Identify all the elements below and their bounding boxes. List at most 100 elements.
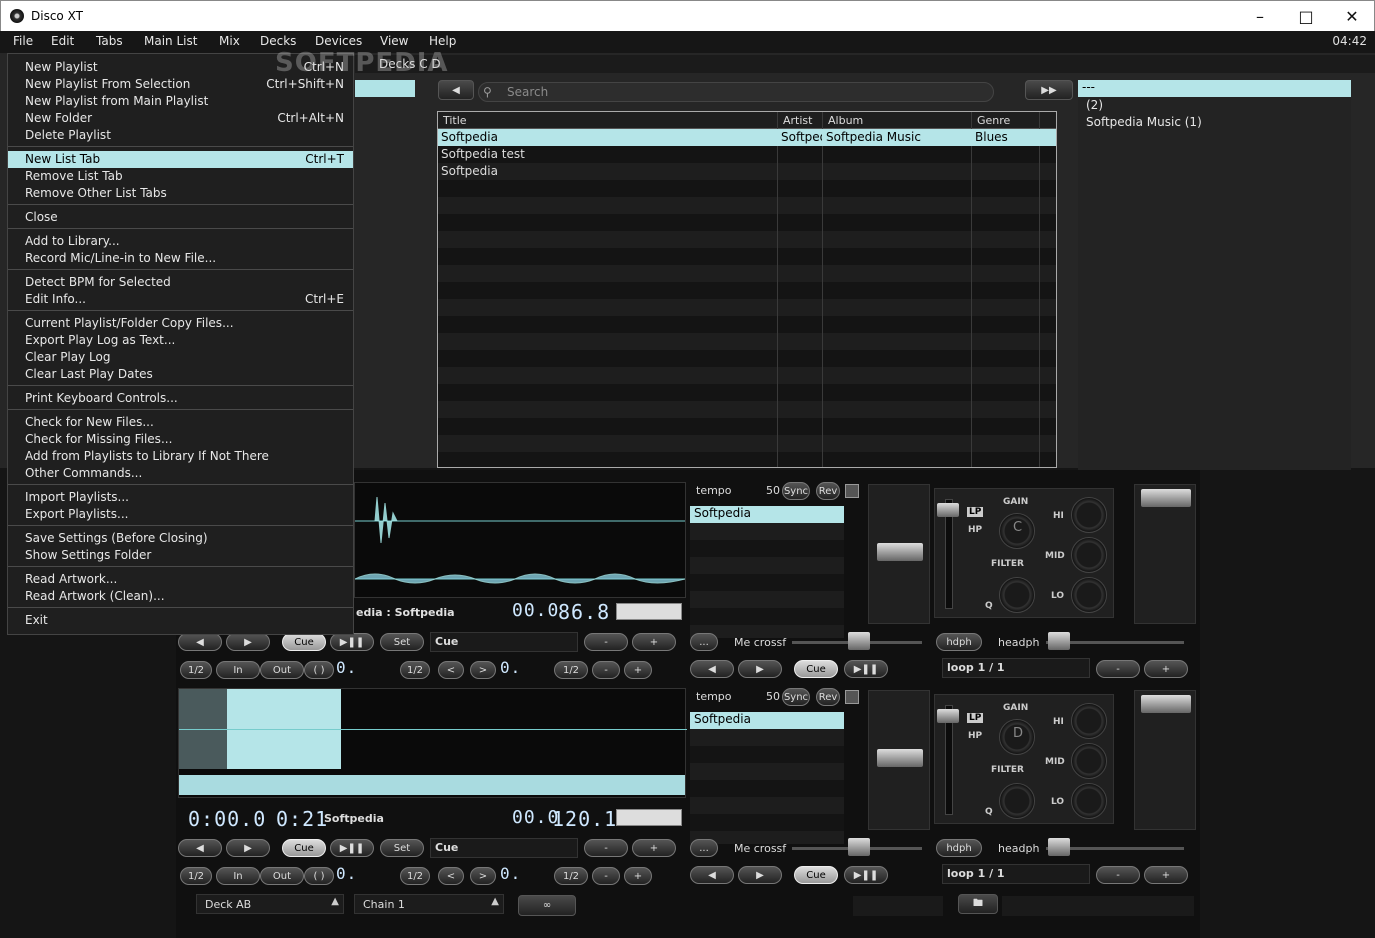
deck-d-loop-plus[interactable]: + (1144, 866, 1188, 884)
menu-item-read-artwork-clean[interactable]: Read Artwork (Clean)... (8, 588, 353, 605)
menu-item-new-list-tab[interactable]: New List Tab Ctrl+T (8, 151, 353, 168)
menu-item-add-to-library[interactable]: Add to Library... (8, 233, 353, 250)
folder-button[interactable]: 🖿 (958, 894, 998, 914)
deck-c-master-fader[interactable] (1141, 489, 1191, 507)
deck-d-inc-button[interactable]: + (624, 867, 652, 885)
deck-c-rev-button[interactable]: Rev (816, 482, 840, 500)
deck-c-loop-field[interactable]: loop 1 / 1 (942, 658, 1090, 678)
column-album[interactable]: Album (828, 114, 863, 127)
menu-tabs[interactable]: Tabs (96, 34, 123, 48)
column-title[interactable]: Title (443, 114, 467, 127)
deck-d-master-fader[interactable] (1141, 695, 1191, 713)
menu-item-record-mic-line-in-to-new-file[interactable]: Record Mic/Line-in to New File... (8, 250, 353, 267)
menu-edit[interactable]: Edit (51, 34, 74, 48)
deck-c-volume-fader[interactable] (877, 543, 923, 561)
deck-d-list-item[interactable]: Softpedia (690, 712, 844, 729)
deck-c-play-button[interactable]: ▶❚❚ (330, 633, 374, 651)
headphone-handle-2[interactable] (1048, 838, 1070, 856)
crossfader-handle[interactable] (848, 632, 870, 650)
menu-item-remove-list-tab[interactable]: Remove List Tab (8, 168, 353, 185)
deck-c-hdph-button[interactable]: hdph (936, 633, 982, 651)
deck-c-list-item[interactable]: Softpedia (690, 506, 844, 523)
deck-select[interactable]: Deck AB ▲ (196, 894, 344, 914)
deck-d-shift-left-button[interactable]: < (438, 867, 464, 885)
deck-d-volume-fader[interactable] (877, 749, 923, 767)
menu-devices[interactable]: Devices (315, 34, 362, 48)
deck-c-filter-cap[interactable] (937, 503, 959, 517)
deck-c-more-button[interactable]: ... (690, 633, 718, 651)
infinity-button[interactable]: ∞ (518, 895, 576, 916)
deck-c-hi-knob[interactable] (1071, 497, 1107, 533)
deck-d-loop-button[interactable]: ( ) (304, 867, 334, 885)
deck-d-play-button[interactable]: ▶❚❚ (330, 839, 374, 857)
deck-d-next2-button[interactable]: ▶ (738, 866, 782, 884)
deck-c-waveform[interactable] (354, 482, 686, 598)
deck-c-prev2-button[interactable]: ◀ (690, 660, 734, 678)
deck-d-rev-button[interactable]: Rev (816, 688, 840, 706)
menu-decks[interactable]: Decks (260, 34, 296, 48)
deck-c-half2-button[interactable]: 1/2 (400, 661, 430, 679)
forward-button[interactable]: ▶▶ (1025, 80, 1073, 100)
maximize-button[interactable]: □ (1283, 1, 1329, 31)
deck-c-plus-button[interactable]: + (632, 633, 676, 651)
deck-d-checkbox[interactable] (845, 690, 859, 704)
deck-d-waveform[interactable] (178, 688, 687, 798)
deck-c-sync-button[interactable]: Sync (782, 482, 810, 500)
deck-d-in-button[interactable]: In (216, 867, 260, 885)
deck-d-next-button[interactable]: ▶ (226, 839, 270, 857)
table-row[interactable]: Softpedia test (438, 146, 1056, 163)
menu-help[interactable]: Help (429, 34, 456, 48)
menu-item-new-playlist-from-selection[interactable]: New Playlist From Selection Ctrl+Shift+N (8, 76, 353, 93)
deck-c-inc-button[interactable]: + (624, 661, 652, 679)
menu-item-current-playlist-folder-copy-files[interactable]: Current Playlist/Folder Copy Files... (8, 315, 353, 332)
menu-mix[interactable]: Mix (219, 34, 240, 48)
deck-d-prev2-button[interactable]: ◀ (690, 866, 734, 884)
menu-item-read-artwork[interactable]: Read Artwork... (8, 571, 353, 588)
menu-file[interactable]: File (13, 34, 33, 48)
menu-item-close[interactable]: Close (8, 209, 353, 226)
menu-item-show-settings-folder[interactable]: Show Settings Folder (8, 547, 353, 564)
deck-c-next2-button[interactable]: ▶ (738, 660, 782, 678)
headphone-handle[interactable] (1048, 632, 1070, 650)
deck-d-loop-minus[interactable]: - (1096, 866, 1140, 884)
menu-item-clear-last-play-dates[interactable]: Clear Last Play Dates (8, 366, 353, 383)
column-artist[interactable]: Artist (783, 114, 812, 127)
menu-item-exit[interactable]: Exit (8, 612, 353, 629)
deck-d-hdph-button[interactable]: hdph (936, 839, 982, 857)
menu-item-check-for-missing-files[interactable]: Check for Missing Files... (8, 431, 353, 448)
deck-c-lo-knob[interactable] (1071, 577, 1107, 613)
deck-d-pitch-box[interactable] (616, 809, 682, 826)
deck-d-set-button[interactable]: Set (380, 839, 424, 857)
menu-item-clear-play-log[interactable]: Clear Play Log (8, 349, 353, 366)
deck-d-half-button[interactable]: 1/2 (180, 867, 212, 885)
close-button[interactable]: ✕ (1329, 1, 1375, 31)
deck-d-shift-right-button[interactable]: > (470, 867, 496, 885)
deck-d-out-button[interactable]: Out (260, 867, 304, 885)
deck-d-half2-button[interactable]: 1/2 (400, 867, 430, 885)
menu-item-export-play-log-as-text[interactable]: Export Play Log as Text... (8, 332, 353, 349)
deck-d-cue2-button[interactable]: Cue (794, 866, 838, 884)
deck-d-half3-button[interactable]: 1/2 (554, 867, 588, 885)
deck-c-loop-minus[interactable]: - (1096, 660, 1140, 678)
menu-view[interactable]: View (380, 34, 408, 48)
deck-c-cue-button[interactable]: Cue (282, 633, 326, 651)
menu-main-list[interactable]: Main List (144, 34, 197, 48)
deck-c-shift-right-button[interactable]: > (470, 661, 496, 679)
column-genre[interactable]: Genre (977, 114, 1010, 127)
deck-c-shift-left-button[interactable]: < (438, 661, 464, 679)
deck-d-plus-button[interactable]: + (632, 839, 676, 857)
minimize-button[interactable]: – (1237, 1, 1283, 31)
deck-c-next-button[interactable]: ▶ (226, 633, 270, 651)
deck-c-half-button[interactable]: 1/2 (180, 661, 212, 679)
search-input[interactable]: ⚲ Search (478, 82, 994, 102)
deck-d-play2-button[interactable]: ▶❚❚ (844, 866, 888, 884)
deck-d-lo-knob[interactable] (1071, 783, 1107, 819)
deck-d-more-button[interactable]: ... (690, 839, 718, 857)
deck-c-prev-button[interactable]: ◀ (178, 633, 222, 651)
menu-item-new-folder[interactable]: New Folder Ctrl+Alt+N (8, 110, 353, 127)
deck-d-sync-button[interactable]: Sync (782, 688, 810, 706)
deck-d-q-knob[interactable] (999, 783, 1035, 819)
deck-c-cue2-button[interactable]: Cue (794, 660, 838, 678)
deck-c-mid-knob[interactable] (1071, 537, 1107, 573)
table-row[interactable]: Softpedia Softpedia Softpedia Music Blue… (438, 129, 1056, 146)
